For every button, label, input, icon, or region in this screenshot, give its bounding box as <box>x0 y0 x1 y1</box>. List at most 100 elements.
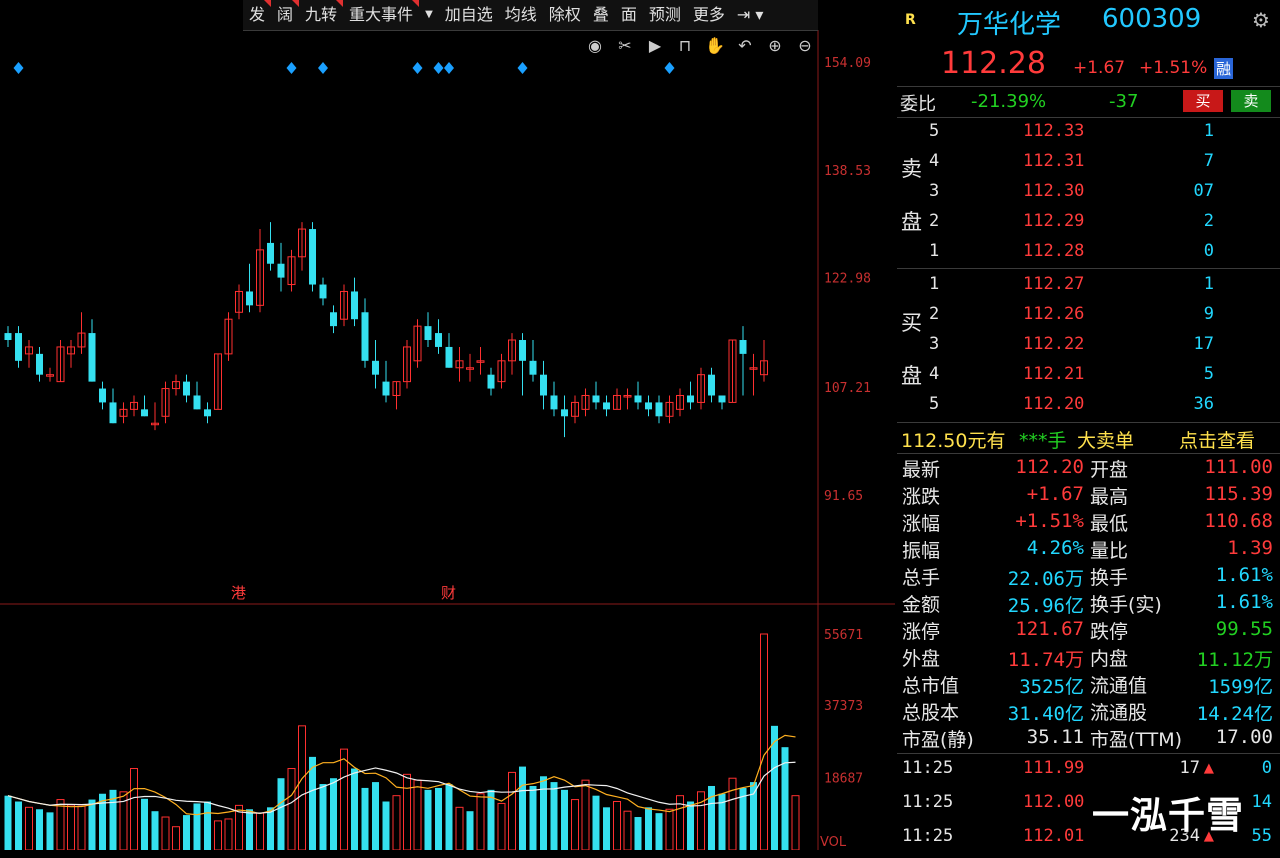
expand-panel-icon[interactable]: ⇥ ▾ <box>731 0 770 30</box>
toolbar-item[interactable]: 重大事件 <box>343 0 420 30</box>
toolbar-item[interactable]: 除权 <box>543 0 587 30</box>
candle-body <box>267 242 274 264</box>
volume-bar <box>529 785 537 850</box>
stat-value: 115.39 <box>1204 483 1273 505</box>
stat-value: 14.24亿 <box>1196 703 1273 725</box>
toolbar-item[interactable]: 预测 <box>643 0 687 30</box>
event-marker <box>318 62 328 74</box>
event-marker <box>13 62 24 74</box>
vol-tick-label: 18687 <box>824 771 863 786</box>
y-tick-label: 91.65 <box>824 489 863 504</box>
volume-bar <box>267 807 274 850</box>
orderbook-row[interactable]: 5 112.33 1 <box>897 117 1280 147</box>
orderbook-row[interactable]: 2 112.29 2 <box>897 207 1280 237</box>
buy-side-label-2: 盘 <box>901 364 922 388</box>
stat-label: 总市值 <box>902 675 960 697</box>
level-price: 112.33 <box>1023 121 1085 141</box>
toolbar-item[interactable]: 更多 <box>687 0 731 30</box>
chart-tool-icons: ◉ ✂ ▶ ⊓ ✋ ↶ ⊕ ⊖ <box>583 36 817 55</box>
buy-button[interactable]: 买 <box>1183 90 1223 112</box>
up-arrow-icon: ▲ <box>1203 758 1214 778</box>
level-price: 112.30 <box>1023 181 1085 201</box>
stat-label: 外盘 <box>902 648 941 670</box>
hand-icon[interactable]: ✋ <box>703 36 727 55</box>
gear-icon[interactable]: ⚙ <box>1252 8 1270 32</box>
weibi-diff: -37 <box>1109 91 1139 112</box>
chart-area[interactable]: 154.09 138.53 122.98 107.21 91.65 55671 37373… <box>0 0 895 850</box>
toolbar-item[interactable]: 均线 <box>499 0 543 30</box>
volume-bar <box>435 787 442 850</box>
stat-value: 35.11 <box>1026 726 1084 748</box>
y-tick-label: 122.98 <box>824 272 871 287</box>
candle-body <box>319 284 327 299</box>
weibi-label: 委比 <box>900 94 936 115</box>
volume-bar <box>298 725 306 850</box>
candle-body <box>277 263 285 278</box>
stat-label: 市盈(TTM) <box>1090 729 1183 751</box>
stat-label: 最高 <box>1090 486 1129 508</box>
level-number: 3 <box>929 181 940 201</box>
stat-label: 换手 <box>1090 567 1129 589</box>
toolbar-item[interactable]: 九转 <box>299 0 344 30</box>
volume-bar <box>603 807 610 850</box>
volume-bar <box>172 826 180 850</box>
lock-icon[interactable]: ⊓ <box>673 36 697 55</box>
volume-bar <box>4 795 12 850</box>
scissors-icon[interactable]: ✂ <box>613 36 637 55</box>
volume-bar <box>330 778 337 850</box>
dropdown-icon[interactable]: ▼ <box>419 0 439 30</box>
level-number: 2 <box>929 304 940 324</box>
kline-chart[interactable]: 154.09 138.53 122.98 107.21 91.65 55671 37373… <box>0 0 895 850</box>
toolbar-item[interactable]: 加自选 <box>439 0 499 30</box>
undo-icon[interactable]: ↶ <box>733 36 757 55</box>
zoom-out-icon[interactable]: ⊖ <box>793 36 817 55</box>
volume-bar <box>445 784 453 850</box>
candle-body <box>592 395 600 403</box>
vol-tick-label: 55671 <box>824 628 863 643</box>
orderbook-row[interactable]: 1 112.28 0 <box>897 237 1280 267</box>
toolbar-item[interactable]: 叠 <box>587 0 615 30</box>
orderbook-row[interactable]: 5 112.20 36 <box>897 390 1280 420</box>
level-price: 112.21 <box>1023 364 1085 384</box>
volume-bar <box>46 812 54 850</box>
big-order-bar[interactable]: 112.50元有 ***手 大卖单 点击查看 <box>897 424 1280 452</box>
price-pct: +1.51% <box>1139 58 1208 78</box>
volume-bar <box>246 809 253 850</box>
quote-panel: R 万华化学 600309 ⚙ 112.28 +1.67 +1.51% 融 委比… <box>897 0 1280 850</box>
stat-row: 振幅 4.26% 量比 1.39 <box>897 535 1280 562</box>
candle-body <box>88 333 96 382</box>
orderbook-row[interactable]: 1 112.27 1 <box>897 270 1280 300</box>
toolbar-item[interactable]: 发 <box>243 0 272 30</box>
play-icon[interactable]: ▶ <box>643 36 667 55</box>
orderbook-row[interactable]: 4 112.21 5 <box>897 360 1280 390</box>
stat-label: 内盘 <box>1090 648 1129 670</box>
level-volume: 5 <box>1203 364 1214 384</box>
sell-button[interactable]: 卖 <box>1231 90 1271 112</box>
view-link[interactable]: 点击查看 <box>1179 426 1255 453</box>
orderbook-row[interactable]: 2 112.26 9 <box>897 300 1280 330</box>
orderbook-row[interactable]: 3 112.30 07 <box>897 177 1280 207</box>
buy-side-label-1: 买 <box>901 311 922 335</box>
level-number: 1 <box>929 274 940 294</box>
candle-body <box>445 346 453 368</box>
candle-body <box>655 402 663 417</box>
volume-bar <box>592 795 600 850</box>
toolbar-item[interactable]: 面 <box>615 0 643 30</box>
level-number: 4 <box>929 364 940 384</box>
zoom-in-icon[interactable]: ⊕ <box>763 36 787 55</box>
stat-label: 量比 <box>1090 540 1129 562</box>
candle-body <box>529 360 537 375</box>
toolbar-item[interactable]: 阔 <box>271 0 300 30</box>
volume-bar <box>540 776 547 850</box>
big-order-stars: ***手 <box>1019 430 1067 452</box>
orderbook-row[interactable]: 3 112.22 17 <box>897 330 1280 360</box>
stat-label: 换手(实) <box>1090 594 1162 616</box>
eye-icon[interactable]: ◉ <box>583 36 607 55</box>
orderbook-row[interactable]: 4 112.31 7 <box>897 147 1280 177</box>
candle-body <box>519 340 526 361</box>
chart-toolbar: 发阔九转 重大事件 ▼ 加自选 均线 除权叠面预测 更多 ⇥ ▾ <box>243 0 818 31</box>
stat-value: 1.39 <box>1227 537 1273 559</box>
y-tick-label: 138.53 <box>824 164 871 179</box>
volume-bar <box>392 795 401 850</box>
volume-bar <box>67 804 75 850</box>
